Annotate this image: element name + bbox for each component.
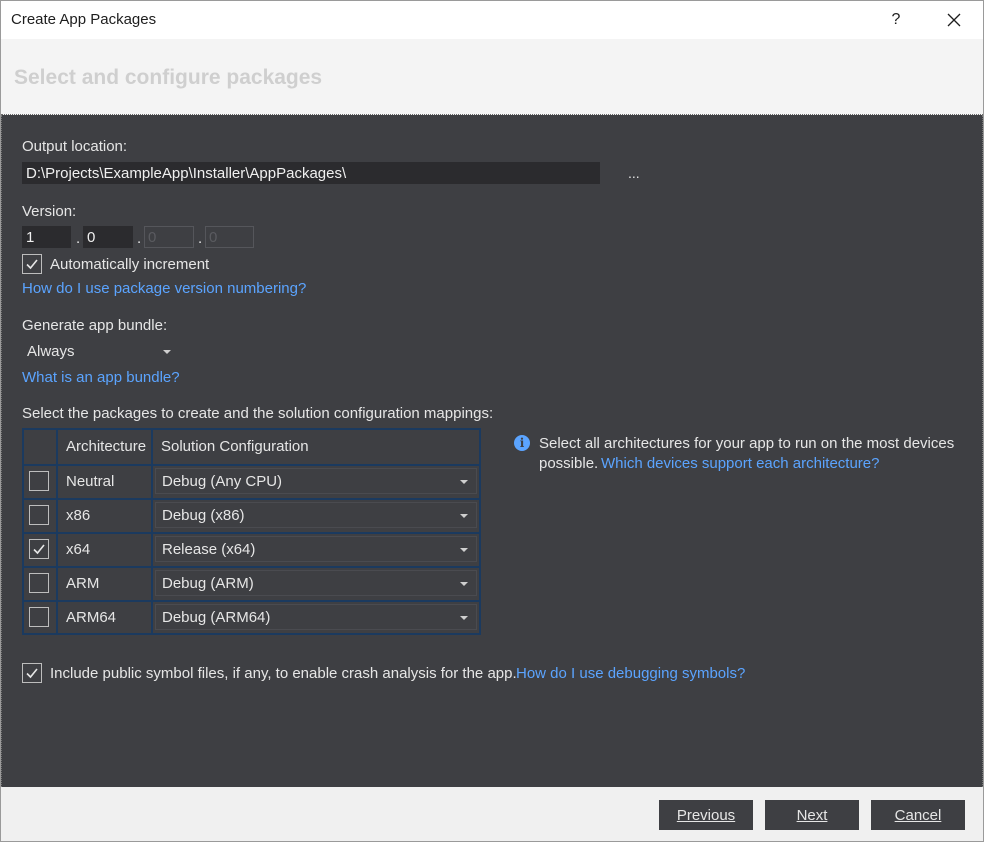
- footer-bar: Previous Next Cancel: [1, 787, 983, 841]
- previous-button-label: Previous: [676, 806, 736, 824]
- checkmark-icon: [33, 544, 45, 555]
- content-panel: Output location: D:\Projects\ExampleApp\…: [1, 115, 983, 787]
- include-symbols-checkbox[interactable]: [22, 663, 42, 683]
- version-major-input[interactable]: 1: [22, 226, 71, 248]
- row-checkbox-arm64[interactable]: [29, 607, 49, 627]
- architecture-label: ARM: [66, 575, 100, 592]
- output-location-input[interactable]: D:\Projects\ExampleApp\Installer\AppPack…: [22, 162, 600, 184]
- table-row-arch-cell: ARM64: [58, 602, 151, 633]
- row-checkbox-x64[interactable]: [29, 539, 49, 559]
- cancel-button-label: Cancel: [894, 806, 942, 824]
- column-header-label: Solution Configuration: [161, 438, 309, 455]
- generate-bundle-dropdown[interactable]: Always: [22, 339, 178, 363]
- auto-increment-checkbox[interactable]: [22, 254, 42, 274]
- include-symbols-label: Include public symbol files, if any, to …: [50, 665, 517, 682]
- configuration-dropdown[interactable]: Debug (Any CPU): [155, 468, 477, 494]
- chevron-down-icon: [460, 548, 468, 552]
- generate-bundle-value: Always: [27, 343, 75, 360]
- configuration-value: Release (x64): [162, 541, 256, 558]
- configuration-value: Debug (ARM64): [162, 609, 271, 626]
- browse-button[interactable]: ...: [628, 165, 640, 181]
- close-icon: [947, 13, 961, 27]
- table-row-checkbox-cell: [24, 466, 56, 498]
- grid-header-configuration: Solution Configuration: [153, 430, 479, 464]
- grid-header-architecture: Architecture: [58, 430, 151, 464]
- cancel-button[interactable]: Cancel: [871, 800, 965, 830]
- table-row-checkbox-cell: [24, 534, 56, 566]
- page-title: Select and configure packages: [14, 66, 323, 89]
- version-numbering-help-link[interactable]: How do I use package version numbering?: [22, 280, 306, 297]
- previous-button[interactable]: Previous: [659, 800, 753, 830]
- version-revision-input: 0: [205, 226, 254, 248]
- app-bundle-help-link[interactable]: What is an app bundle?: [22, 369, 180, 386]
- version-separator: .: [137, 230, 142, 247]
- table-row-config-cell: Debug (ARM64): [153, 602, 479, 633]
- packages-label: Select the packages to create and the so…: [22, 405, 494, 422]
- chevron-down-icon: [460, 616, 468, 620]
- version-build-input: 0: [144, 226, 194, 248]
- help-button[interactable]: ?: [873, 1, 919, 39]
- configuration-value: Debug (ARM): [162, 575, 254, 592]
- devices-architecture-help-link[interactable]: Which devices support each architecture?: [601, 455, 879, 472]
- grid-header-select: [24, 430, 56, 464]
- checkmark-icon: [26, 668, 38, 679]
- table-row-config-cell: Debug (x86): [153, 500, 479, 532]
- output-location-label: Output location:: [22, 138, 128, 155]
- chevron-down-icon: [163, 350, 171, 354]
- version-separator: .: [198, 230, 203, 247]
- auto-increment-label: Automatically increment: [50, 256, 210, 273]
- version-minor-input[interactable]: 0: [83, 226, 133, 248]
- row-checkbox-arm[interactable]: [29, 573, 49, 593]
- configuration-dropdown[interactable]: Debug (x86): [155, 502, 477, 528]
- version-separator: .: [76, 230, 81, 247]
- configuration-dropdown[interactable]: Release (x64): [155, 536, 477, 562]
- table-row-checkbox-cell: [24, 568, 56, 600]
- chevron-down-icon: [460, 582, 468, 586]
- column-header-label: Architecture: [66, 438, 147, 455]
- architecture-info-text: Select all architectures for your app to…: [539, 435, 955, 452]
- row-checkbox-x86[interactable]: [29, 505, 49, 525]
- row-checkbox-neutral[interactable]: [29, 471, 49, 491]
- table-row-config-cell: Debug (Any CPU): [153, 466, 479, 498]
- packages-grid: Architecture Solution Configuration Neut…: [22, 428, 481, 635]
- debugging-symbols-help-link[interactable]: How do I use debugging symbols?: [516, 665, 745, 682]
- close-button[interactable]: [931, 1, 977, 39]
- table-row-arch-cell: x86: [58, 500, 151, 532]
- configuration-dropdown[interactable]: Debug (ARM): [155, 570, 477, 596]
- version-label: Version:: [22, 203, 77, 220]
- generate-bundle-label: Generate app bundle:: [22, 317, 168, 334]
- chevron-down-icon: [460, 480, 468, 484]
- title-bar: Create App Packages ?: [1, 1, 983, 39]
- table-row-arch-cell: ARM: [58, 568, 151, 600]
- chevron-down-icon: [460, 514, 468, 518]
- table-row-config-cell: Release (x64): [153, 534, 479, 566]
- table-row-config-cell: Debug (ARM): [153, 568, 479, 600]
- create-app-packages-dialog: Create App Packages ? Select and configu…: [0, 0, 984, 842]
- next-button-label: Next: [796, 806, 828, 824]
- checkmark-icon: [26, 259, 38, 270]
- next-button[interactable]: Next: [765, 800, 859, 830]
- window-title: Create App Packages: [11, 11, 157, 28]
- table-row-checkbox-cell: [24, 500, 56, 532]
- configuration-value: Debug (x86): [162, 507, 245, 524]
- table-row-arch-cell: x64: [58, 534, 151, 566]
- architecture-info-text-2: possible.: [539, 455, 599, 472]
- info-icon: i: [514, 435, 530, 451]
- configuration-value: Debug (Any CPU): [162, 473, 283, 490]
- architecture-label: Neutral: [66, 473, 115, 490]
- configuration-dropdown[interactable]: Debug (ARM64): [155, 604, 477, 630]
- architecture-label: x64: [66, 541, 91, 558]
- table-row-arch-cell: Neutral: [58, 466, 151, 498]
- table-row-checkbox-cell: [24, 602, 56, 633]
- architecture-label: x86: [66, 507, 91, 524]
- page-header: Select and configure packages: [1, 39, 983, 115]
- architecture-label: ARM64: [66, 609, 117, 626]
